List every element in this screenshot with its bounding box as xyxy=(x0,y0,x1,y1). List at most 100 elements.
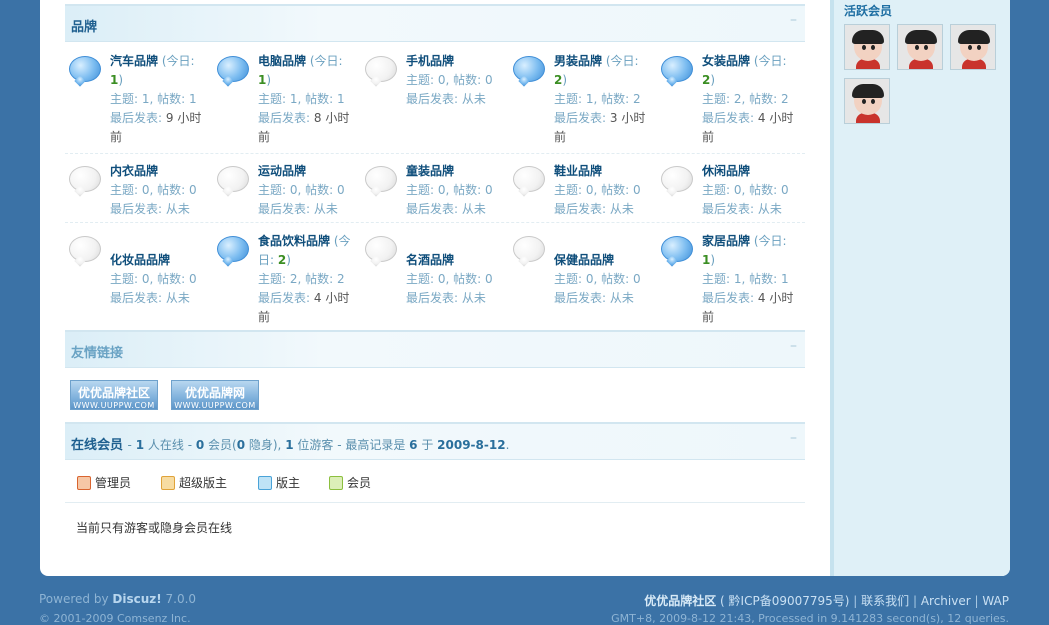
forum-info: 手机品牌 主题: 0, 帖数: 0 最后发表: 从未 xyxy=(406,52,506,109)
forum-no-new-posts-icon xyxy=(365,166,397,192)
site-name-link[interactable]: 优优品牌社区 xyxy=(644,594,716,608)
today-prefix: (今日: xyxy=(309,54,343,68)
forum-name-link[interactable]: 男装品牌 xyxy=(554,54,602,68)
today-suffix: ) xyxy=(118,73,124,87)
legend-member: 会员 xyxy=(329,475,371,491)
last-post-label: 最后发表: xyxy=(258,111,311,125)
last-post-label: 最后发表: 从未 xyxy=(406,202,486,216)
member-avatar[interactable] xyxy=(950,24,996,70)
collapse-icon[interactable]: – xyxy=(790,12,797,28)
forum-topic-count: 主题: 0, 帖数: 0 xyxy=(406,183,493,197)
archiver-link[interactable]: Archiver xyxy=(921,594,971,608)
summary-text: 于 xyxy=(417,438,438,452)
summary-count: 0 xyxy=(195,438,205,452)
friend-link-uuppw-site[interactable]: 优优品牌网 WWW.UUPPW.COM xyxy=(171,380,259,410)
today-prefix: (今日: xyxy=(753,234,787,248)
forum-last-post: 最后发表: 8 小时前 xyxy=(258,111,349,144)
last-post-label: 最后发表: xyxy=(554,111,607,125)
member-legend: 管理员 超级版主 版主 会员 xyxy=(77,475,777,493)
icp-link[interactable]: ( 黔ICP备09007795号) xyxy=(720,594,849,608)
forum-name-link[interactable]: 休闲品牌 xyxy=(702,164,750,178)
forum-name-link[interactable]: 运动品牌 xyxy=(258,164,306,178)
legend-divider xyxy=(65,502,805,503)
forum-name-link[interactable]: 鞋业品牌 xyxy=(554,164,602,178)
forum-info: 内衣品牌 主题: 0, 帖数: 0 最后发表: 从未 xyxy=(110,162,210,219)
member-avatar[interactable] xyxy=(844,24,890,70)
forum-no-new-posts-icon xyxy=(513,236,545,262)
forum-topic-count: 主题: 1, 帖数: 2 xyxy=(554,92,641,106)
forum-info: 保健品品牌 主题: 0, 帖数: 0 最后发表: 从未 xyxy=(554,251,654,308)
today-prefix: (今日: xyxy=(161,54,195,68)
forum-name-link[interactable]: 化妆品品牌 xyxy=(110,253,170,267)
forum-name-link[interactable]: 手机品牌 xyxy=(406,54,454,68)
forum-info: 休闲品牌 主题: 0, 帖数: 0 最后发表: 从未 xyxy=(702,162,802,219)
main-content: 品牌 – 汽车品牌 (今日: 1) 主题: 1, 帖数: 1 最后发表: 9 小时前… xyxy=(40,0,830,576)
row-divider xyxy=(65,153,805,154)
legend-moderator: 版主 xyxy=(258,475,300,491)
forum-last-post: 最后发表: 从未 xyxy=(406,92,486,106)
summary-date: 2009-8-12 xyxy=(437,438,506,452)
forum-no-new-posts-icon xyxy=(217,166,249,192)
legend-super-moderator: 超级版主 xyxy=(161,475,227,491)
last-post-label: 最后发表: xyxy=(702,111,755,125)
forum-last-post: 最后发表: 4 小时前 xyxy=(702,111,793,144)
forum-topic-count: 主题: 0, 帖数: 0 xyxy=(702,183,789,197)
forum-name-link[interactable]: 汽车品牌 xyxy=(110,54,158,68)
contact-link[interactable]: 联系我们 xyxy=(861,594,909,608)
member-icon xyxy=(329,476,343,490)
forum-no-new-posts-icon xyxy=(69,166,101,192)
today-prefix: (今日: xyxy=(753,54,787,68)
forum-info: 化妆品品牌 主题: 0, 帖数: 0 最后发表: 从未 xyxy=(110,251,210,308)
forum-topic-count: 主题: 0, 帖数: 0 xyxy=(406,272,493,286)
brands-section-title[interactable]: 品牌 xyxy=(71,16,97,35)
forum-new-posts-icon xyxy=(513,56,545,82)
forum-name-link[interactable]: 食品饮料品牌 xyxy=(258,234,330,248)
collapse-icon[interactable]: – xyxy=(790,338,797,354)
forum-info: 家居品牌 (今日: 1) 主题: 1, 帖数: 1 最后发表: 4 小时前 xyxy=(702,232,802,327)
forum-topic-count: 主题: 0, 帖数: 0 xyxy=(258,183,345,197)
summary-text: 人在线 - xyxy=(144,438,196,452)
member-avatar[interactable] xyxy=(897,24,943,70)
forum-name-link[interactable]: 童装品牌 xyxy=(406,164,454,178)
forum-topic-count: 主题: 2, 帖数: 2 xyxy=(258,272,345,286)
legend-label: 超级版主 xyxy=(179,476,228,490)
friend-link-url: WWW.UUPPW.COM xyxy=(174,401,256,410)
today-prefix: (今日: xyxy=(605,54,639,68)
last-post-label: 最后发表: 从未 xyxy=(702,202,782,216)
footer-stats: GMT+8, 2009-8-12 21:43, Processed in 9.1… xyxy=(611,612,1009,625)
forum-name-link[interactable]: 电脑品牌 xyxy=(258,54,306,68)
sidebar: 活跃会员 xyxy=(830,0,1010,576)
powered-by: Powered by Discuz! 7.0.0 xyxy=(39,592,196,606)
collapse-icon[interactable]: – xyxy=(790,430,797,446)
online-members-label[interactable]: 在线会员 xyxy=(71,438,123,453)
forum-topic-count: 主题: 0, 帖数: 0 xyxy=(406,73,493,87)
brands-section-header: 品牌 – xyxy=(65,4,805,42)
friend-links-header: 友情链接 – xyxy=(65,330,805,368)
friend-link-uuppw-community[interactable]: 优优品牌社区 WWW.UUPPW.COM xyxy=(70,380,158,410)
legend-admin: 管理员 xyxy=(77,475,131,491)
forum-info: 汽车品牌 (今日: 1) 主题: 1, 帖数: 1 最后发表: 9 小时前 xyxy=(110,52,210,147)
forum-info: 名酒品牌 主题: 0, 帖数: 0 最后发表: 从未 xyxy=(406,251,506,308)
forum-name-link[interactable]: 名酒品牌 xyxy=(406,253,454,267)
member-avatar[interactable] xyxy=(844,78,890,124)
last-post-label: 最后发表: xyxy=(258,291,311,305)
forum-no-new-posts-icon xyxy=(365,56,397,82)
friend-links-title[interactable]: 友情链接 xyxy=(71,342,123,361)
forum-last-post: 最后发表: 从未 xyxy=(110,291,190,305)
forum-name-link[interactable]: 家居品牌 xyxy=(702,234,750,248)
page-container: 品牌 – 汽车品牌 (今日: 1) 主题: 1, 帖数: 1 最后发表: 9 小时前… xyxy=(40,0,1010,576)
forum-last-post: 最后发表: 从未 xyxy=(702,202,782,216)
forum-topic-count: 主题: 0, 帖数: 0 xyxy=(110,272,197,286)
forum-name-link[interactable]: 内衣品牌 xyxy=(110,164,158,178)
forum-last-post: 最后发表: 从未 xyxy=(110,202,190,216)
today-suffix: ) xyxy=(562,73,568,87)
forum-name-link[interactable]: 女装品牌 xyxy=(702,54,750,68)
last-post-label: 最后发表: 从未 xyxy=(554,291,634,305)
forum-name-link[interactable]: 保健品品牌 xyxy=(554,253,614,267)
summary-text: . xyxy=(505,438,510,452)
active-members-title: 活跃会员 xyxy=(844,4,893,18)
forum-topic-count: 主题: 0, 帖数: 0 xyxy=(554,272,641,286)
wap-link[interactable]: WAP xyxy=(982,594,1009,608)
discuz-link[interactable]: Discuz! xyxy=(112,592,161,606)
forum-no-new-posts-icon xyxy=(69,236,101,262)
